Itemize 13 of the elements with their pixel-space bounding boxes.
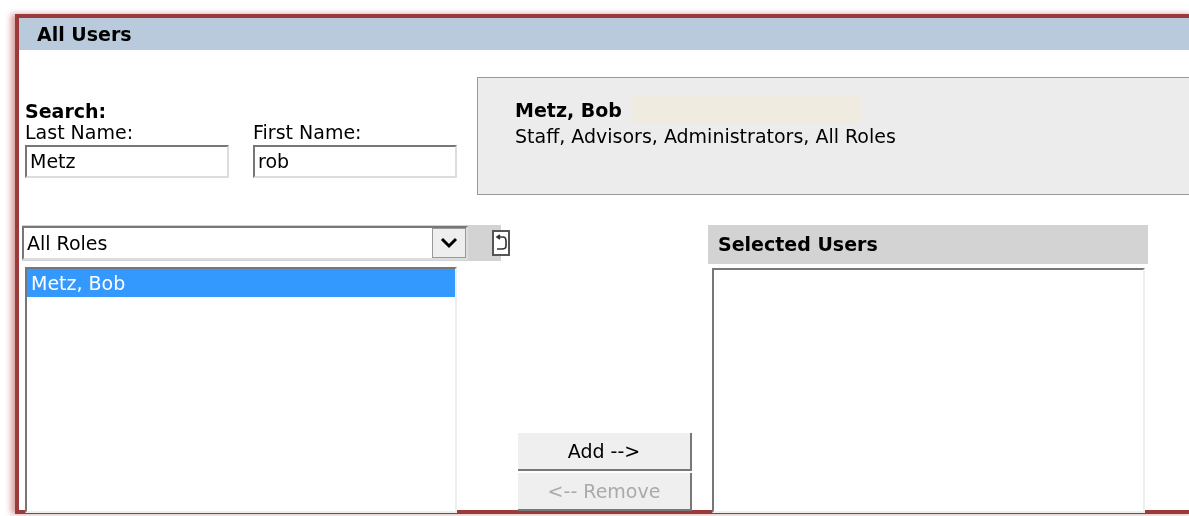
field-label: First Name: [253,121,363,145]
search-heading: Search: [25,102,108,121]
section-header: Selected Users [708,225,1148,264]
text-field[interactable]: rob [253,144,457,178]
panel-title: All Users [19,18,1189,50]
field-label: Last Name: [25,121,135,145]
user-name: Metz, Bob [515,98,622,123]
chevron-down-icon [440,237,458,249]
role-dropdown[interactable]: All Roles [22,226,468,260]
add-button[interactable]: Add --> [518,433,692,471]
text-field[interactable]: Metz [25,144,229,178]
reset-button[interactable] [492,230,510,256]
user-roles: Staff, Advisors, Administrators, All Roles [515,124,897,149]
